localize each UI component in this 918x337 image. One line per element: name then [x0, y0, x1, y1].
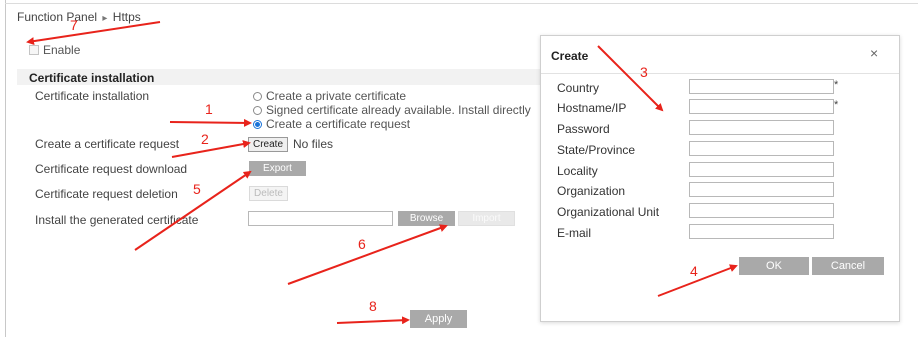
- export-button[interactable]: Export: [249, 161, 306, 176]
- radio-label: Create a private certificate: [266, 89, 407, 103]
- frame-top-border: [5, 3, 918, 4]
- radio-selected-icon[interactable]: [253, 119, 262, 129]
- required-mark: *: [834, 99, 839, 111]
- annotation-number-8: 8: [369, 298, 377, 314]
- organizational-unit-label: Organizational Unit: [557, 205, 660, 219]
- annotation-number-5: 5: [193, 181, 201, 197]
- radio-icon[interactable]: [253, 105, 262, 115]
- arrow-7: [26, 21, 161, 46]
- country-label: Country: [557, 81, 600, 95]
- breadcrumb-root[interactable]: Function Panel: [17, 10, 97, 24]
- annotation-number-2: 2: [201, 131, 209, 147]
- close-icon[interactable]: ×: [870, 45, 878, 61]
- arrow-8: [336, 316, 410, 325]
- cancel-button[interactable]: Cancel: [812, 257, 884, 275]
- enable-checkbox[interactable]: [29, 45, 39, 55]
- organization-field[interactable]: [689, 182, 834, 197]
- password-label: Password: [557, 122, 610, 136]
- apply-button[interactable]: Apply: [410, 310, 467, 328]
- locality-label: Locality: [557, 164, 598, 178]
- password-field[interactable]: [689, 120, 834, 135]
- arrow-6: [287, 224, 448, 285]
- request-label: Create a certificate request: [35, 137, 180, 151]
- frame-left-border: [5, 0, 6, 337]
- radio-icon[interactable]: [253, 91, 262, 101]
- breadcrumb-separator-icon: ▸: [102, 13, 108, 24]
- hostname-label: Hostname/IP: [557, 101, 627, 115]
- arrow-2: [171, 140, 251, 158]
- ok-button[interactable]: OK: [739, 257, 809, 275]
- state-label: State/Province: [557, 143, 636, 157]
- radio-private-certificate[interactable]: Create a private certificate: [253, 89, 406, 103]
- annotation-number-1: 1: [205, 101, 213, 117]
- enable-label: Enable: [43, 43, 81, 57]
- annotation-number-3: 3: [640, 64, 648, 80]
- locality-field[interactable]: [689, 162, 834, 177]
- breadcrumb: Function Panel ▸ Https: [17, 10, 141, 24]
- organization-label: Organization: [557, 184, 626, 198]
- create-button[interactable]: Create: [248, 137, 289, 152]
- organizational-unit-field[interactable]: [689, 203, 834, 218]
- breadcrumb-current: Https: [112, 10, 141, 24]
- no-files-text: No files: [293, 137, 334, 151]
- dialog-title: Create: [551, 49, 589, 63]
- section-title: Certificate installation: [29, 71, 155, 85]
- radio-certificate-request[interactable]: Create a certificate request: [253, 117, 410, 131]
- dialog-divider: [541, 73, 899, 74]
- installation-label: Certificate installation: [35, 89, 150, 103]
- country-field[interactable]: [689, 79, 834, 94]
- annotation-number-6: 6: [358, 236, 366, 252]
- create-dialog: Create × Country * Hostname/IP * Passwor…: [540, 35, 900, 322]
- state-field[interactable]: [689, 141, 834, 156]
- radio-label: Create a certificate request: [266, 117, 411, 131]
- certificate-file-input[interactable]: [248, 211, 393, 226]
- enable-row: Enable: [29, 43, 80, 57]
- required-mark: *: [834, 79, 839, 91]
- annotation-number-7: 7: [70, 17, 78, 33]
- deletion-label: Certificate request deletion: [35, 187, 178, 201]
- browse-button[interactable]: Browse: [398, 211, 455, 226]
- import-button[interactable]: Import: [458, 211, 515, 226]
- delete-button[interactable]: Delete: [249, 186, 288, 201]
- install-label: Install the generated certificate: [35, 213, 199, 227]
- hostname-field[interactable]: [689, 99, 834, 114]
- arrow-1: [169, 118, 252, 127]
- radio-signed-certificate[interactable]: Signed certificate already available. In…: [253, 103, 531, 117]
- email-field[interactable]: [689, 224, 834, 239]
- radio-label: Signed certificate already available. In…: [266, 103, 531, 117]
- email-label: E-mail: [557, 226, 592, 240]
- annotation-number-4: 4: [690, 263, 698, 279]
- download-label: Certificate request download: [35, 162, 188, 176]
